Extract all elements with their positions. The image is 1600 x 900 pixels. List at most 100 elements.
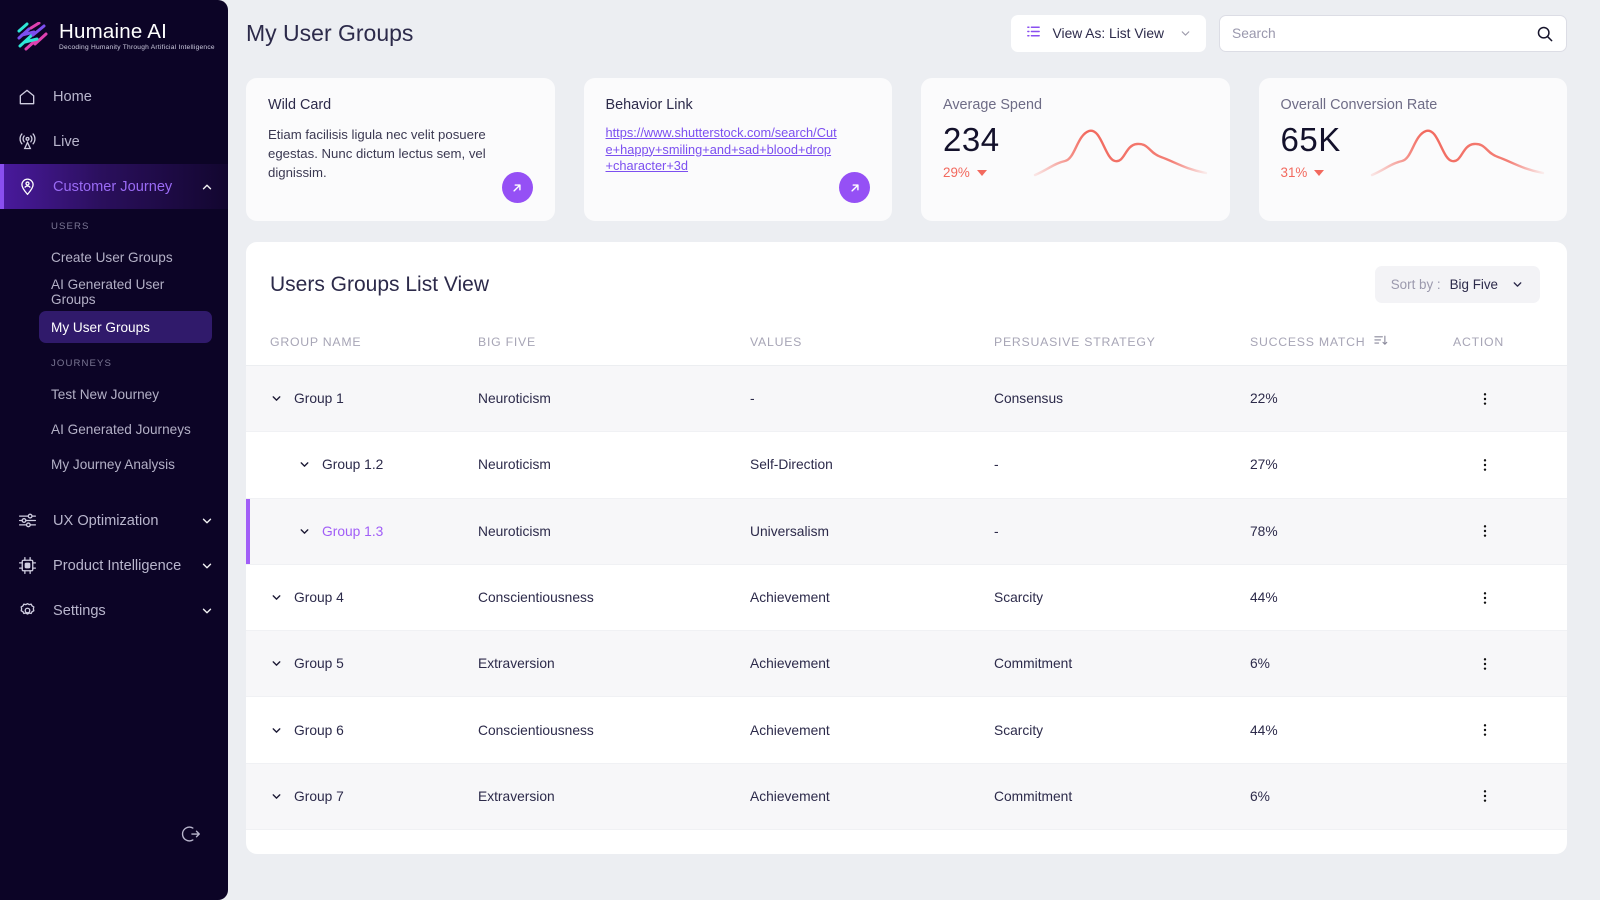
- search-box[interactable]: [1219, 14, 1567, 52]
- sidebar-section-users: USERS: [51, 221, 90, 232]
- table-row[interactable]: Group 1 Neuroticism - Consensus 22%: [246, 366, 1567, 433]
- cell-persuasive-strategy: Commitment: [994, 656, 1073, 672]
- kebab-menu-icon[interactable]: [1477, 788, 1493, 804]
- kebab-menu-icon[interactable]: [1477, 391, 1493, 407]
- chevron-down-icon[interactable]: [270, 591, 283, 604]
- sidebar-section-journeys: JOURNEYS: [51, 358, 113, 369]
- behavior-link-url[interactable]: https://www.shutterstock.com/search/Cute…: [606, 125, 838, 175]
- sidebar-item-customer-journey[interactable]: Customer Journey: [0, 164, 228, 209]
- sparkline-conversion-rate: [1370, 129, 1545, 177]
- cell-big-five: Conscientiousness: [478, 722, 594, 738]
- metric-title: Overall Conversion Rate: [1280, 97, 1438, 113]
- card-body-text: Etiam facilisis ligula nec velit posuere…: [268, 127, 486, 180]
- table-row[interactable]: Group 1.2 Neuroticism Self-Direction - 27%: [246, 432, 1567, 499]
- sidebar-item-home[interactable]: Home: [0, 74, 228, 119]
- sidebar-item-label: Home: [53, 88, 92, 105]
- kebab-menu-icon[interactable]: [1477, 722, 1493, 738]
- wild-card-open-button[interactable]: [501, 172, 533, 203]
- cell-values: Achievement: [750, 656, 830, 672]
- column-header-values[interactable]: VALUES: [750, 335, 994, 349]
- cell-big-five: Neuroticism: [478, 457, 551, 473]
- metric-delta: 29%: [943, 165, 1000, 180]
- broadcast-icon: [16, 131, 38, 153]
- cell-values: -: [750, 391, 755, 407]
- cell-success-match: 27%: [1250, 457, 1278, 473]
- column-header-persuasive-strategy[interactable]: PERSUASIVE STRATEGY: [994, 335, 1250, 349]
- cell-persuasive-strategy: Commitment: [994, 788, 1073, 804]
- chevron-down-icon[interactable]: [270, 724, 283, 737]
- cell-values: Universalism: [750, 523, 829, 539]
- location-pin-user-icon: [16, 176, 38, 198]
- kebab-menu-icon[interactable]: [1477, 590, 1493, 606]
- sidebar-item-ux-optimization[interactable]: UX Optimization: [0, 498, 228, 543]
- cell-success-match: 44%: [1250, 722, 1278, 738]
- logout-button[interactable]: [180, 823, 202, 845]
- cell-values: Self-Direction: [750, 457, 833, 473]
- sidebar-item-live[interactable]: Live: [0, 119, 228, 164]
- search-input[interactable]: [1232, 25, 1535, 41]
- sort-descending-icon[interactable]: [1373, 333, 1388, 351]
- column-header-big-five[interactable]: BIG FIVE: [478, 335, 750, 349]
- metric-title: Average Spend: [943, 97, 1042, 113]
- chevron-down-icon: [1179, 27, 1192, 40]
- column-header-group-name[interactable]: GROUP NAME: [246, 335, 478, 349]
- cell-values: Achievement: [750, 788, 830, 804]
- sidebar-item-ai-generated-user-groups[interactable]: AI Generated User Groups: [39, 276, 212, 308]
- sidebar-item-ai-generated-journeys[interactable]: AI Generated Journeys: [39, 413, 212, 445]
- sidebar-item-test-new-journey[interactable]: Test New Journey: [39, 378, 212, 410]
- group-name: Group 7: [294, 788, 344, 804]
- cell-persuasive-strategy: -: [994, 457, 999, 473]
- table-row[interactable]: Group 6 Conscientiousness Achievement Scarc…: [246, 697, 1567, 764]
- sidebar-item-my-user-groups[interactable]: My User Groups: [39, 311, 212, 343]
- chevron-down-icon[interactable]: [298, 458, 311, 471]
- metric-delta-value: 31%: [1280, 165, 1308, 180]
- table-row[interactable]: Group 1.3 Neuroticism Universalism - 78%: [246, 498, 1567, 565]
- metric-delta: 31%: [1281, 165, 1341, 180]
- group-name: Group 1.3: [322, 523, 384, 539]
- sparkline-average-spend: [1033, 129, 1207, 177]
- chevron-down-icon[interactable]: [270, 392, 283, 405]
- chevron-down-icon: [1511, 278, 1524, 291]
- brand-logo[interactable]: Humaine AI Decoding Humanity Through Art…: [0, 0, 228, 60]
- kebab-menu-icon[interactable]: [1477, 656, 1493, 672]
- sidebar-item-settings[interactable]: Settings: [0, 588, 228, 633]
- logout-icon: [181, 826, 200, 842]
- humaine-logo-icon: [17, 22, 48, 51]
- sort-by-dropdown[interactable]: Sort by : Big Five: [1374, 266, 1540, 303]
- chevron-down-icon[interactable]: [270, 657, 283, 670]
- behavior-link-open-button[interactable]: [839, 172, 870, 203]
- brand-tagline: Decoding Humanity Through Artificial Int…: [59, 44, 215, 51]
- sidebar-item-my-journey-analysis[interactable]: My Journey Analysis: [39, 448, 212, 480]
- cell-big-five: Neuroticism: [478, 391, 551, 407]
- sort-by-prefix: Sort by :: [1390, 277, 1441, 292]
- sidebar-item-label: Settings: [53, 602, 106, 619]
- group-name: Group 1: [294, 391, 344, 407]
- card-conversion-rate: Overall Conversion Rate 65K 31%: [1258, 78, 1567, 221]
- sidebar-item-create-user-groups[interactable]: Create User Groups: [39, 241, 212, 273]
- table-row[interactable]: Group 7 Extraversion Achievement Commitment…: [246, 763, 1567, 831]
- chevron-down-icon[interactable]: [200, 514, 214, 528]
- column-header-action: ACTION: [1453, 335, 1504, 349]
- metric-value: 234: [943, 121, 1000, 158]
- table-row[interactable]: Group 5 Extraversion Achievement Commitment…: [246, 631, 1567, 698]
- group-name: Group 6: [294, 722, 344, 738]
- chevron-down-icon[interactable]: [200, 559, 214, 573]
- cell-big-five: Neuroticism: [478, 523, 551, 539]
- card-title: Behavior Link: [605, 97, 693, 113]
- cell-persuasive-strategy: -: [994, 523, 999, 539]
- view-as-dropdown[interactable]: View As: List View: [1010, 14, 1206, 52]
- search-icon[interactable]: [1535, 24, 1554, 43]
- sidebar-nav: Home Live Customer Journey USERS Create …: [0, 74, 228, 633]
- chevron-down-icon[interactable]: [270, 790, 283, 803]
- cell-success-match: 78%: [1250, 523, 1278, 539]
- cell-success-match: 6%: [1250, 656, 1270, 672]
- sidebar-item-product-intelligence[interactable]: Product Intelligence: [0, 543, 228, 588]
- panel-title: Users Groups List View: [270, 272, 490, 296]
- kebab-menu-icon[interactable]: [1477, 457, 1493, 473]
- kebab-menu-icon[interactable]: [1477, 523, 1493, 539]
- chevron-down-icon[interactable]: [200, 604, 214, 618]
- chevron-up-icon[interactable]: [200, 180, 214, 194]
- table-row[interactable]: Group 4 Conscientiousness Achievement Scarc…: [246, 565, 1567, 632]
- column-header-success-match[interactable]: SUCCESS MATCH: [1250, 333, 1453, 351]
- chevron-down-icon[interactable]: [298, 525, 311, 538]
